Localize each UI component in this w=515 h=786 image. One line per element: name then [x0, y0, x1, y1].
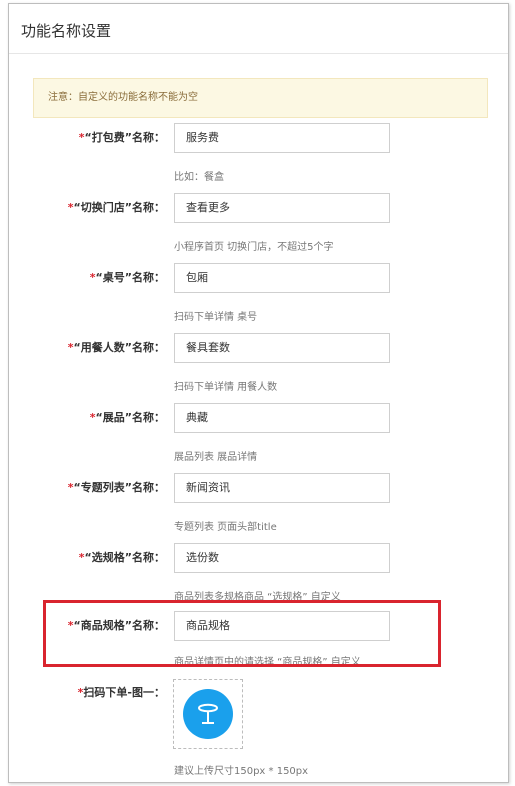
- notice-banner: 注意：自定义的功能名称不能为空: [33, 78, 488, 118]
- field-label: *“用餐人数”名称：: [9, 333, 165, 363]
- field-label: *扫码下单-图一：: [9, 685, 165, 701]
- page-title: 功能名称设置: [21, 22, 112, 40]
- field-label-text: 扫码下单-图一：: [83, 686, 165, 699]
- packing-fee-name-input[interactable]: 服务费: [174, 123, 390, 153]
- header-divider: [9, 53, 508, 54]
- settings-panel: 功能名称设置 注意：自定义的功能名称不能为空 *“打包费”名称： 服务费 比如：…: [8, 3, 509, 783]
- upload-hint: 建议上传尺寸150px * 150px: [174, 766, 309, 777]
- field-label-text: “打包费”名称：: [84, 131, 165, 144]
- select-spec-name-input[interactable]: 选份数: [174, 543, 390, 573]
- table-number-name-input[interactable]: 包厢: [174, 263, 390, 293]
- field-label: *“打包费”名称：: [9, 123, 165, 153]
- switch-store-name-input[interactable]: 查看更多: [174, 193, 390, 223]
- highlight-box: [43, 600, 441, 667]
- exhibit-name-input[interactable]: 典藏: [174, 403, 390, 433]
- field-label-text: “展品”名称：: [95, 411, 165, 424]
- field-label: *“展品”名称：: [9, 403, 165, 433]
- field-label: *“专题列表”名称：: [9, 473, 165, 503]
- field-label: *“切换门店”名称：: [9, 193, 165, 223]
- field-label-text: “选规格”名称：: [84, 551, 165, 564]
- field-hint: 小程序首页 切换门店，不超过5个字: [174, 242, 334, 253]
- field-hint: 展品列表 展品详情: [174, 452, 258, 463]
- diners-name-input[interactable]: 餐具套数: [174, 333, 390, 363]
- field-label-text: “用餐人数”名称：: [73, 341, 165, 354]
- field-label-text: “专题列表”名称：: [73, 481, 165, 494]
- field-hint: 比如：餐盒: [174, 172, 224, 183]
- field-hint: 扫码下单详情 用餐人数: [174, 382, 278, 393]
- field-label: *“选规格”名称：: [9, 543, 165, 573]
- field-label: *“桌号”名称：: [9, 263, 165, 293]
- image-upload[interactable]: [173, 679, 243, 749]
- field-hint: 专题列表 页面头部title: [174, 522, 277, 533]
- field-label-text: “切换门店”名称：: [73, 201, 165, 214]
- topic-list-name-input[interactable]: 新闻资讯: [174, 473, 390, 503]
- field-hint: 扫码下单详情 桌号: [174, 312, 258, 323]
- field-label-text: “桌号”名称：: [95, 271, 165, 284]
- table-icon: [183, 689, 233, 739]
